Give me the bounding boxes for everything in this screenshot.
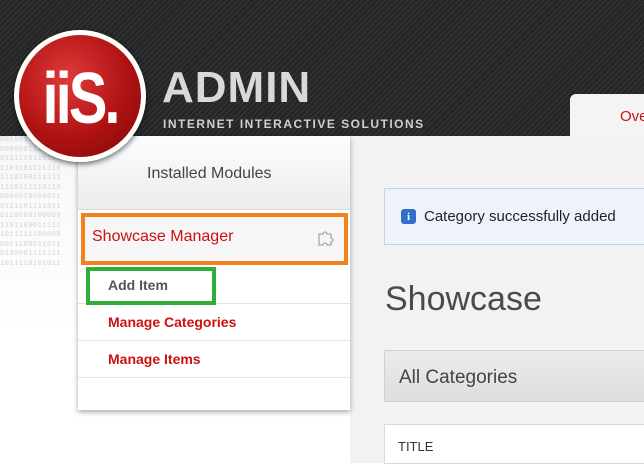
- category-filter-value: All Categories: [399, 367, 518, 388]
- highlight-box-orange: [81, 213, 348, 265]
- info-icon: i: [401, 209, 416, 224]
- table-header: TITLE: [384, 424, 644, 464]
- logo[interactable]: iiS.: [14, 30, 146, 162]
- brand-subtitle: INTERNET INTERACTIVE SOLUTIONS: [163, 117, 425, 131]
- sidebar-item-label: Manage Items: [108, 351, 201, 367]
- brand-title: ADMIN: [162, 63, 312, 112]
- binary-background-decoration: 0010011010110 0000001110100 011111011010…: [0, 136, 90, 336]
- highlight-box-green: [86, 267, 216, 305]
- alert-text: Category successfully added: [424, 208, 616, 225]
- column-header-title[interactable]: TITLE: [398, 439, 433, 454]
- category-filter-select[interactable]: All Categories: [384, 350, 644, 402]
- logo-text: iiS.: [42, 57, 120, 139]
- sidebar-item-manage-items[interactable]: Manage Items: [78, 341, 350, 378]
- sidebar-item-manage-categories[interactable]: Manage Categories: [78, 304, 350, 341]
- tab-overview[interactable]: Overview: [570, 94, 644, 136]
- success-alert: i Category successfully added: [384, 188, 644, 245]
- page-title: Showcase: [385, 280, 542, 318]
- sidebar-item-label: Manage Categories: [108, 314, 237, 330]
